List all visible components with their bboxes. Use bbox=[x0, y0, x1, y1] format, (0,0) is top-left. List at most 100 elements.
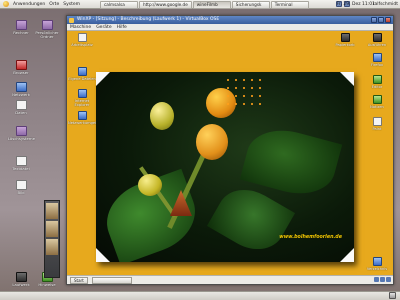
tray-icon[interactable] bbox=[374, 277, 379, 282]
bottom-panel bbox=[0, 291, 400, 300]
guest-desktop: Arbeitsplatz Eigene Dateien Internet Exp… bbox=[67, 31, 393, 276]
photo-corner bbox=[96, 247, 111, 262]
folder-icon bbox=[372, 257, 382, 266]
network-icon bbox=[77, 111, 87, 120]
task-button[interactable]: Sicherungsk bbox=[231, 0, 270, 9]
guest-icon-label: Arbeitsplatz bbox=[71, 43, 93, 47]
window-controls bbox=[371, 17, 391, 23]
gnome-foot-icon[interactable] bbox=[3, 1, 9, 7]
folder-icon bbox=[41, 20, 53, 30]
doc-icon bbox=[15, 100, 27, 110]
task-button[interactable]: http://www.google.de bbox=[139, 0, 192, 9]
desktop-icon-label: Rechner bbox=[13, 30, 29, 35]
browser-icon bbox=[77, 89, 87, 98]
desktop-icon[interactable]: Laufwerk bbox=[8, 272, 34, 287]
berry bbox=[150, 102, 174, 130]
desktop-icon[interactable]: Persönlicher Ordner bbox=[34, 20, 60, 40]
photo-corner bbox=[96, 72, 111, 87]
desktop-icon-label: Hinweise bbox=[38, 282, 56, 287]
guest-icon[interactable]: Paint bbox=[363, 117, 391, 131]
thumbnail[interactable] bbox=[46, 239, 58, 255]
guest-icon[interactable]: Arbeitsplatz bbox=[68, 33, 96, 47]
menu-system[interactable]: System bbox=[63, 2, 80, 7]
desktop-icon-label: Textdatei bbox=[12, 166, 30, 171]
berry bbox=[138, 174, 162, 196]
menu-applications[interactable]: Anwendungen bbox=[13, 2, 45, 7]
window-titlebar[interactable]: WinXP - [Sitzung] - Beschreibung (Laufwe… bbox=[67, 16, 393, 24]
wallpaper-photo: www.bolhemfoorlen.de bbox=[96, 72, 354, 262]
run-icon bbox=[372, 33, 382, 42]
desktop-icon-label: Löschsysteme bbox=[8, 136, 35, 141]
menu-devices[interactable]: Geräte bbox=[96, 24, 111, 30]
doc-icon bbox=[15, 156, 27, 166]
guest-icon-label: Verzeichnis bbox=[366, 267, 388, 271]
thumbnail[interactable] bbox=[46, 221, 58, 237]
guest-icon-label: Internet Explorer bbox=[74, 99, 90, 108]
task-button[interactable]: Terminal bbox=[270, 0, 309, 9]
guest-icon[interactable]: Netzwerkumgebung bbox=[68, 111, 104, 125]
firefox-icon bbox=[372, 53, 382, 62]
guest-icon-label: Ausführen bbox=[367, 43, 387, 47]
desktop-icon[interactable]: Daten bbox=[8, 100, 34, 115]
photo-corner bbox=[339, 72, 354, 87]
clock[interactable]: Fr, 29. Dez 11:01 bbox=[336, 2, 375, 7]
desktop-icon-label: Laufwerk bbox=[12, 282, 30, 287]
menu-places[interactable]: Orte bbox=[49, 2, 59, 7]
drive-icon bbox=[15, 272, 27, 282]
start-button[interactable]: Start bbox=[70, 276, 88, 284]
thumbnail[interactable] bbox=[46, 203, 58, 219]
menu-help[interactable]: Hilfe bbox=[117, 24, 127, 30]
window-list: calmsalsa http://www.google.de wineFilmb… bbox=[100, 0, 309, 9]
computer-icon bbox=[77, 33, 87, 42]
recycle-bin-icon bbox=[340, 33, 350, 42]
desktop-icon-label: Browser bbox=[13, 70, 29, 75]
desktop-icon[interactable]: Rechner bbox=[8, 20, 34, 35]
guest-icon-label: Eigene Dateien bbox=[68, 77, 96, 81]
task-button[interactable]: wineFilmb bbox=[192, 0, 231, 9]
guest-icon[interactable]: Editor bbox=[363, 75, 391, 89]
desktop-icon[interactable]: Netzwerk bbox=[8, 82, 34, 97]
guest-icon[interactable]: Papierkorb bbox=[331, 33, 359, 47]
tray-icon[interactable] bbox=[380, 277, 385, 282]
menu-machine[interactable]: Maschine bbox=[70, 24, 91, 30]
image-preview-strip[interactable] bbox=[44, 200, 60, 278]
guest-task-button[interactable] bbox=[91, 276, 132, 284]
berry bbox=[196, 124, 228, 160]
photo-credit: www.bolhemfoorlen.de bbox=[279, 235, 342, 240]
desktop-icon-label: Daten bbox=[15, 110, 27, 115]
documents-icon bbox=[77, 67, 87, 76]
maximize-icon[interactable] bbox=[378, 17, 384, 23]
guest-icon[interactable]: Firefox bbox=[363, 53, 391, 67]
tray-icon[interactable] bbox=[386, 277, 391, 282]
guest-icon[interactable]: Ausführen bbox=[363, 33, 391, 47]
task-button[interactable]: calmsalsa bbox=[100, 0, 138, 9]
desktop-icon-label: Persönlicher Ordner bbox=[35, 30, 59, 40]
guest-icon-label: Paint bbox=[372, 127, 382, 131]
minimize-icon[interactable] bbox=[371, 17, 377, 23]
desktop-icon[interactable]: Textdatei bbox=[8, 156, 34, 171]
window-menubar: Maschine Geräte Hilfe bbox=[67, 24, 393, 31]
guest-tray bbox=[374, 277, 391, 282]
trash-icon[interactable] bbox=[389, 292, 396, 299]
red-icon bbox=[15, 60, 27, 70]
guest-icon-label: Papierkorb bbox=[335, 43, 355, 47]
notes-icon bbox=[372, 95, 382, 104]
guest-icon[interactable]: Notizen bbox=[363, 95, 391, 109]
editor-icon bbox=[372, 75, 382, 84]
close-icon[interactable] bbox=[385, 17, 391, 23]
desktop-icon[interactable]: Bild bbox=[8, 180, 34, 195]
folder-icon bbox=[15, 20, 27, 30]
guest-icon[interactable]: Verzeichnis bbox=[363, 257, 391, 271]
guest-icon[interactable]: Eigene Dateien bbox=[68, 67, 96, 81]
app-icon bbox=[69, 17, 74, 23]
desktop-icon[interactable]: Browser bbox=[8, 60, 34, 75]
user-switcher[interactable]: ralfschmidt bbox=[373, 2, 398, 7]
blue-icon bbox=[15, 82, 27, 92]
vm-window: WinXP - [Sitzung] - Beschreibung (Laufwe… bbox=[66, 15, 394, 285]
paint-icon bbox=[372, 117, 382, 126]
guest-icon[interactable]: Internet Explorer bbox=[68, 89, 96, 107]
guest-icon-label: Firefox bbox=[371, 63, 383, 67]
guest-icon-label: Editor bbox=[371, 85, 383, 89]
desktop-icon[interactable]: Löschsysteme bbox=[8, 126, 35, 141]
photo-corner bbox=[339, 247, 354, 262]
